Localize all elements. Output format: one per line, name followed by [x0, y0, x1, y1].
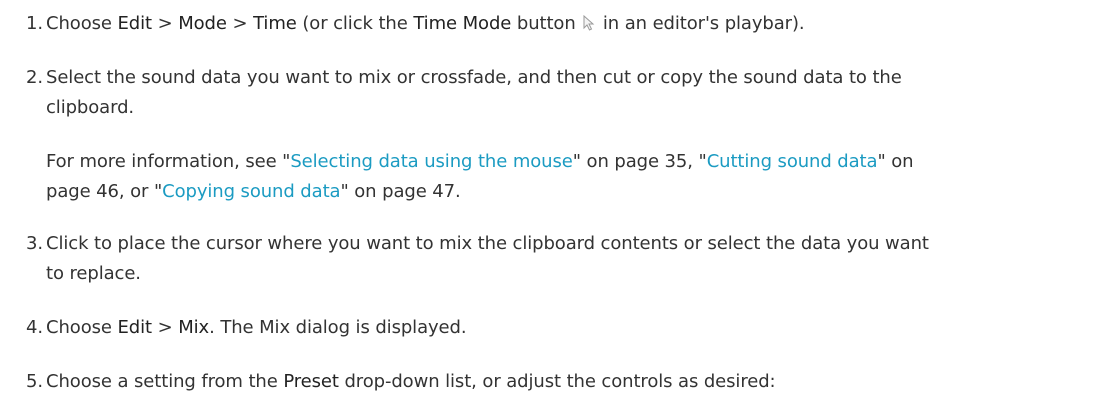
menu-edit: Edit [117, 13, 152, 34]
step-text: Click to place the cursor where you want… [46, 233, 929, 284]
link-copying-sound-data[interactable]: Copying sound data [162, 181, 340, 202]
step-text: Choose Edit > Mode > Time (or click the … [46, 13, 805, 34]
link-cutting-sound-data[interactable]: Cutting sound data [707, 151, 878, 172]
step-number: 5. [26, 371, 43, 392]
step-number: 2. [26, 67, 43, 88]
document-page: 1. Choose Edit > Mode > Time (or click t… [0, 0, 1112, 410]
step-text: Choose Edit > Mix. The Mix dialog is dis… [46, 317, 467, 338]
menu-time: Time [253, 13, 297, 34]
step-number: 1. [26, 13, 43, 34]
menu-mix: Mix [178, 317, 210, 338]
step-text: Choose a setting from the Preset drop-do… [46, 371, 776, 392]
menu-edit: Edit [117, 317, 152, 338]
menu-mode: Mode [178, 13, 227, 34]
step-text: Select the sound data you want to mix or… [46, 67, 902, 118]
preset-dropdown-label: Preset [283, 371, 339, 392]
link-selecting-data[interactable]: Selecting data using the mouse [290, 151, 572, 172]
step-number: 3. [26, 233, 43, 254]
step-number: 4. [26, 317, 43, 338]
time-mode-button-label: Time Mode [413, 13, 512, 34]
arrow-cursor-icon [583, 14, 595, 31]
